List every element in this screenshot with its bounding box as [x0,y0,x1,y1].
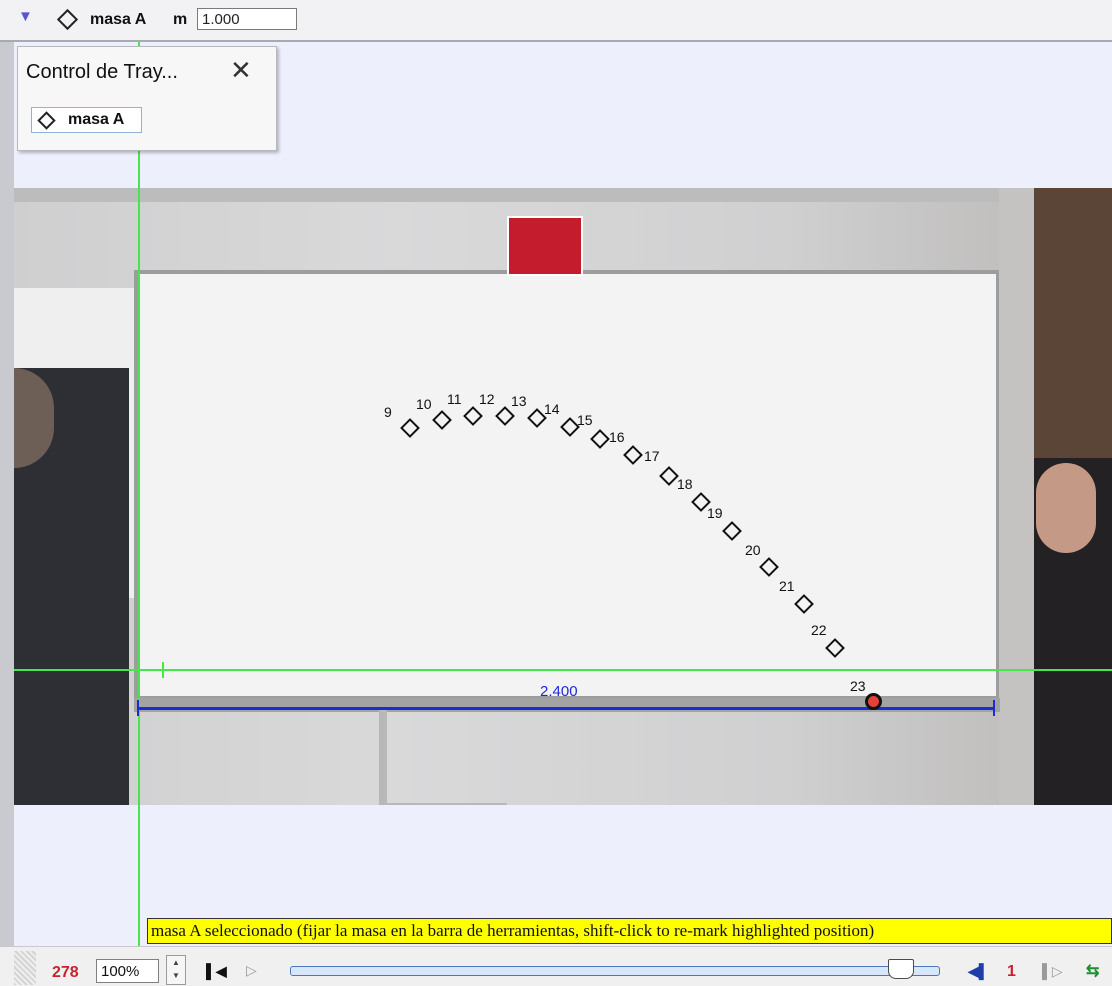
step-label: 17 [644,448,660,464]
wall-pillar [999,188,1039,805]
step-label: 11 [447,391,462,407]
mass-field[interactable] [197,8,297,30]
play-icon[interactable]: ▷ [246,962,257,979]
status-message: masa A seleccionado (fijar la masa en la… [147,918,1112,944]
step-back-icon[interactable]: ◀▌ [968,963,989,980]
conduit-pipe [379,708,507,805]
step-label: 9 [384,404,392,420]
exit-sign-icon [507,216,583,276]
track-menu-triangle-icon[interactable]: ▼ [18,8,33,25]
calibration-tape[interactable] [138,707,994,710]
frame-number[interactable]: 278 [52,964,79,982]
step-label: 13 [511,393,527,409]
track-toolbar: ▼ masa A m [0,0,1112,42]
track-button[interactable]: masa A [31,107,142,133]
y-axis-line[interactable] [138,42,140,946]
step-label: 23 [850,678,866,694]
frame-slider-thumb[interactable] [888,959,914,979]
player-bar: 278 ▲▼ ▌◀ ▷ ◀▌ 1 ▌▷ ⇆ [0,946,1112,986]
person-right-head [1036,463,1096,553]
mass-label: m [173,11,188,28]
go-to-start-icon[interactable]: ▌◀ [206,963,227,980]
tape-end-left[interactable] [137,700,139,716]
step-forward-icon[interactable]: ▌▷ [1042,963,1063,980]
track-diamond-icon [56,8,79,31]
selected-position-marker[interactable] [865,693,882,710]
frame-slider[interactable] [290,966,940,976]
whiteboard [134,270,1000,700]
track-control-panel: Control de Tray... ✕ masa A [17,46,277,151]
x-axis-line[interactable] [14,669,1112,671]
step-label: 15 [577,412,593,428]
step-label: 21 [779,578,795,594]
step-label: 18 [677,476,693,492]
tape-length-label[interactable]: 2.400 [540,683,578,700]
loop-icon[interactable]: ⇆ [1086,961,1099,981]
step-label: 14 [544,401,560,417]
track-name-label[interactable]: masa A [90,11,146,29]
step-size[interactable]: 1 [1007,963,1016,981]
toolbar-grip[interactable] [14,951,36,985]
track-diamond-icon [37,111,56,130]
step-label: 22 [811,622,827,638]
left-border [0,42,14,946]
step-label: 20 [745,542,761,558]
close-icon[interactable]: ✕ [230,55,252,86]
step-label: 10 [416,396,432,412]
video-frame[interactable] [14,188,1112,805]
axis-tick [162,662,164,678]
step-label: 19 [707,505,723,521]
panel-title: Control de Tray... [26,61,178,83]
step-label: 12 [479,391,495,407]
tape-end-right[interactable] [993,700,995,716]
zoom-field[interactable] [96,959,159,983]
step-label: 16 [609,429,625,445]
track-button-label: masa A [68,111,125,128]
ceiling-edge [14,188,1112,202]
zoom-spinner[interactable]: ▲ ▼ [166,955,186,985]
